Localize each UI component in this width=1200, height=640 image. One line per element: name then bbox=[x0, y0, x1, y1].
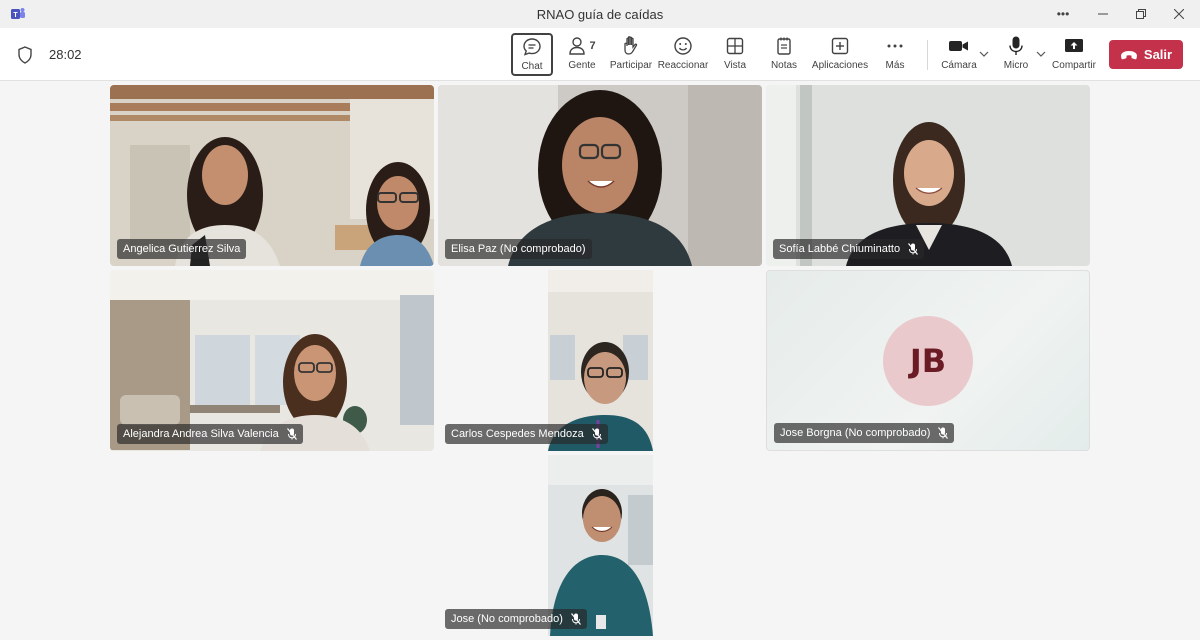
video-tile[interactable]: Elisa Paz (No comprobado) bbox=[438, 85, 762, 266]
meeting-timer: 28:02 bbox=[49, 47, 82, 62]
participant-name: Jose (No comprobado) bbox=[451, 613, 563, 625]
mic-off-icon bbox=[286, 428, 297, 440]
notes-label: Notas bbox=[770, 60, 798, 71]
video-tile[interactable]: Angelica Gutierrez Silva bbox=[110, 85, 434, 266]
people-label: Gente bbox=[568, 60, 596, 71]
raise-hand-button[interactable]: Participar bbox=[608, 34, 654, 76]
camera-button[interactable]: Cámara bbox=[940, 34, 978, 76]
restore-button[interactable] bbox=[1122, 0, 1160, 28]
video-tile[interactable]: Sofía Labbé Chiuminatto bbox=[766, 85, 1090, 266]
close-icon bbox=[1174, 9, 1184, 19]
more-icon bbox=[887, 44, 903, 48]
apps-button[interactable]: Aplicaciones bbox=[811, 34, 869, 76]
more-button[interactable]: Más bbox=[880, 34, 910, 76]
restore-icon bbox=[1136, 9, 1146, 19]
people-count: 7 bbox=[589, 40, 596, 52]
chat-icon bbox=[523, 38, 541, 56]
mic-button[interactable]: Micro bbox=[1000, 34, 1032, 76]
share-screen-icon bbox=[1065, 39, 1083, 52]
grid-view-icon bbox=[726, 37, 744, 55]
mic-off-icon bbox=[938, 427, 949, 439]
mic-off-icon bbox=[570, 613, 581, 625]
view-label: Vista bbox=[723, 60, 747, 71]
microphone-icon bbox=[1009, 36, 1023, 55]
more-options-icon[interactable]: ••• bbox=[1044, 0, 1082, 28]
participant-name-tag: Jose (No comprobado) bbox=[445, 609, 587, 629]
react-label: Reaccionar bbox=[657, 60, 709, 71]
participant-name: Alejandra Andrea Silva Valencia bbox=[123, 428, 279, 440]
participant-name-tag: Elisa Paz (No comprobado) bbox=[445, 239, 592, 259]
participant-name: Angelica Gutierrez Silva bbox=[123, 243, 241, 255]
people-button[interactable]: 7 Gente bbox=[562, 34, 602, 76]
raise-hand-icon bbox=[624, 36, 638, 55]
participant-name-tag: Angelica Gutierrez Silva bbox=[117, 239, 247, 259]
chat-button[interactable]: Chat bbox=[511, 33, 553, 76]
participant-name-tag: Alejandra Andrea Silva Valencia bbox=[117, 424, 303, 444]
minimize-button[interactable] bbox=[1084, 0, 1122, 28]
more-label: Más bbox=[885, 60, 905, 71]
video-tile[interactable]: Carlos Cespedes Mendoza bbox=[438, 270, 762, 451]
view-button[interactable]: Vista bbox=[718, 34, 752, 76]
raise-hand-label: Participar bbox=[609, 60, 653, 71]
share-button[interactable]: Compartir bbox=[1050, 34, 1098, 76]
share-label: Compartir bbox=[1052, 60, 1096, 71]
apps-label: Aplicaciones bbox=[811, 60, 869, 71]
emoji-icon bbox=[674, 37, 692, 55]
camera-options-chevron-icon[interactable] bbox=[979, 50, 989, 60]
notes-icon bbox=[777, 37, 791, 55]
camera-icon bbox=[949, 41, 968, 51]
add-app-icon bbox=[831, 37, 849, 55]
participant-name: Carlos Cespedes Mendoza bbox=[451, 428, 584, 440]
participant-name: Jose Borgna (No comprobado) bbox=[780, 427, 931, 439]
mic-options-chevron-icon[interactable] bbox=[1036, 50, 1046, 60]
participant-name-tag: Sofía Labbé Chiuminatto bbox=[773, 239, 925, 259]
participant-name: Elisa Paz (No comprobado) bbox=[451, 243, 586, 255]
people-icon bbox=[569, 37, 586, 55]
notes-button[interactable]: Notas bbox=[767, 34, 801, 76]
participant-name-tag: Jose Borgna (No comprobado) bbox=[774, 423, 955, 443]
react-button[interactable]: Reaccionar bbox=[658, 34, 708, 76]
video-tile[interactable]: Jose (No comprobado) bbox=[438, 455, 762, 636]
camera-label: Cámara bbox=[941, 60, 977, 71]
chat-label: Chat bbox=[521, 61, 543, 72]
hang-up-icon bbox=[1120, 50, 1137, 59]
participant-name-tag: Carlos Cespedes Mendoza bbox=[445, 424, 608, 444]
leave-label: Salir bbox=[1143, 47, 1173, 62]
mic-off-icon bbox=[591, 428, 602, 440]
mic-label: Micro bbox=[1003, 60, 1029, 71]
avatar: JB bbox=[883, 316, 973, 406]
participant-name: Sofía Labbé Chiuminatto bbox=[779, 243, 901, 255]
video-tile[interactable]: Alejandra Andrea Silva Valencia bbox=[110, 270, 434, 451]
title-bar: T RNAO guía de caídas ••• bbox=[0, 0, 1200, 28]
video-tile[interactable]: JB Jose Borgna (No comprobado) bbox=[766, 270, 1090, 451]
minimize-icon bbox=[1098, 13, 1108, 15]
close-button[interactable] bbox=[1160, 0, 1198, 28]
toolbar-divider bbox=[927, 40, 928, 70]
window-title: RNAO guía de caídas bbox=[536, 7, 664, 22]
meeting-toolbar: 28:02 Chat 7 Gente Participar Reaccionar… bbox=[0, 28, 1200, 81]
leave-button[interactable]: Salir bbox=[1109, 40, 1183, 69]
mic-off-icon bbox=[908, 243, 919, 255]
shield-icon bbox=[18, 46, 32, 64]
